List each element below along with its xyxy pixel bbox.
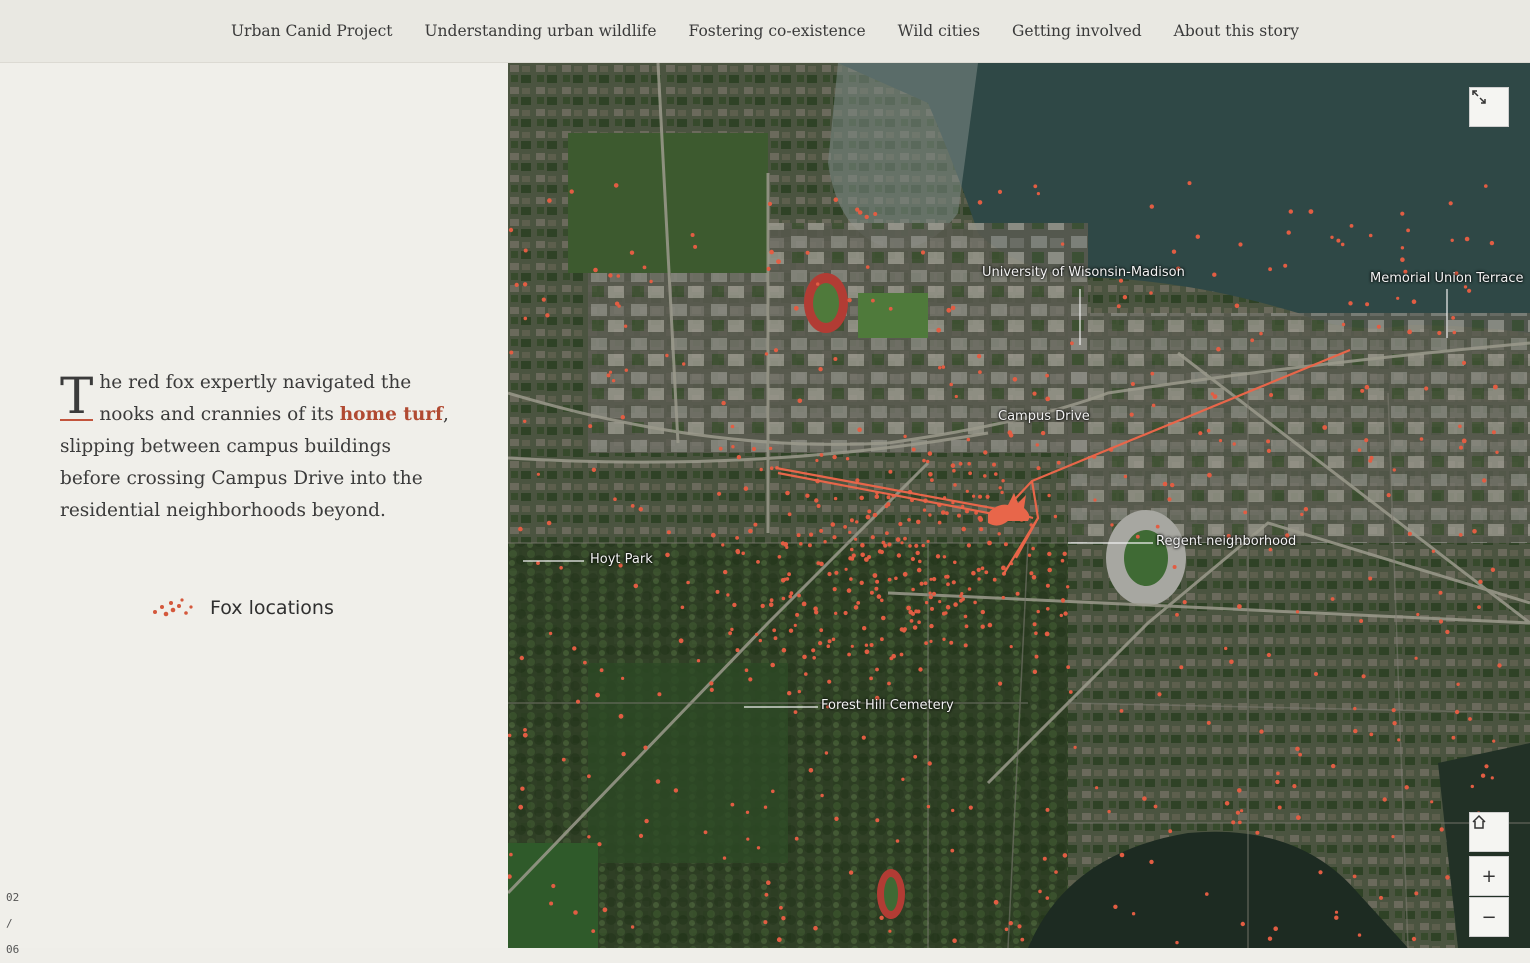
label-hoyt-park: Hoyt Park	[590, 552, 653, 567]
home-button[interactable]	[1469, 812, 1509, 852]
home-turf-link[interactable]: home turf	[340, 404, 443, 425]
page-current: 02	[6, 891, 20, 904]
nav-understanding-urban-wildlife[interactable]: Understanding urban wildlife	[424, 22, 656, 40]
page-indicator: 02 / 06	[6, 885, 19, 963]
zoom-in-button[interactable]: +	[1469, 856, 1509, 896]
label-university: University of Wisonsin-Madison	[982, 265, 1185, 280]
expand-icon	[1472, 90, 1486, 104]
nav-getting-involved[interactable]: Getting involved	[1012, 22, 1142, 40]
zoom-out-button[interactable]: −	[1469, 897, 1509, 937]
drop-cap: T	[60, 367, 94, 425]
label-campus-drive: Campus Drive	[998, 409, 1090, 424]
nav-wild-cities[interactable]: Wild cities	[898, 22, 980, 40]
nav-urban-canid-project[interactable]: Urban Canid Project	[231, 22, 393, 40]
nav-fostering-co-existence[interactable]: Fostering co-existence	[689, 22, 866, 40]
story-paragraph: The red fox expertly navigated the nooks…	[60, 367, 455, 527]
label-regent-neighborhood: Regent neighborhood	[1156, 534, 1297, 549]
label-leaders	[523, 289, 1448, 708]
story-panel: The red fox expertly navigated the nooks…	[0, 63, 508, 956]
legend: Fox locations	[152, 597, 334, 619]
top-navigation: Urban Canid Project Understanding urban …	[0, 0, 1530, 63]
label-memorial-union-terrace: Memorial Union Terrace	[1370, 271, 1524, 286]
dots-cluster-icon	[153, 598, 193, 617]
label-forest-hill-cemetery: Forest Hill Cemetery	[821, 698, 954, 713]
nav-about-this-story[interactable]: About this story	[1174, 22, 1299, 40]
page-separator: /	[6, 917, 13, 930]
home-icon	[1472, 814, 1486, 829]
legend-label: Fox locations	[210, 597, 334, 619]
satellite-map[interactable]: University of Wisonsin-Madison Memorial …	[508, 63, 1530, 948]
page-total: 06	[6, 943, 20, 956]
fullscreen-button[interactable]	[1469, 87, 1509, 127]
